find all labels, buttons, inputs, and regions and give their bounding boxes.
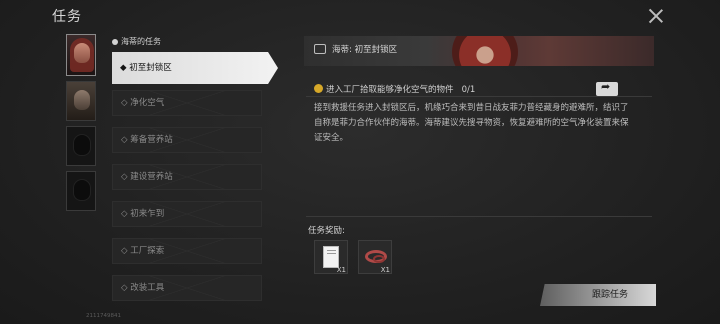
objective-text: 进入工厂拾取能够净化空气的物件 [326,85,454,95]
close-icon[interactable] [648,8,664,24]
task-list-header: 海蒂的任务 [112,36,161,47]
character-art [452,36,518,66]
character-banner: 海蒂: 初至封锁区 [304,36,654,66]
portrait-character-2[interactable] [66,81,96,121]
task-label: ◇ 改装工具 [121,283,165,293]
reward-count: X1 [380,266,390,274]
reward-item-paper[interactable]: X1 [314,240,348,274]
task-description: 接到救援任务进入封锁区后，机缘巧合来到昔日战友菲力普经藏身的避难所，结识了自称是… [314,103,629,143]
task-item[interactable]: ◇ 净化空气 [112,90,262,116]
task-list-title: 海蒂的任务 [121,37,161,46]
rewards-title: 任务奖励: [308,226,345,236]
task-item[interactable]: ◇ 工厂探索 [112,238,262,264]
portrait-locked-3[interactable] [66,126,96,166]
task-item[interactable]: ◇ 初来乍到 [112,201,262,227]
task-item[interactable]: ◇ 改装工具 [112,275,262,301]
task-item-active[interactable]: ◆ 初至封锁区 [112,52,278,84]
task-label: ◇ 建设营养站 [121,172,173,182]
page-title: 任务 [52,9,82,25]
portrait-face [74,180,90,200]
objective-progress: 0/1 [461,85,476,95]
task-item[interactable]: ◇ 筹备营养站 [112,127,262,153]
share-button[interactable] [596,80,618,96]
divider [306,96,652,97]
task-item[interactable]: ◇ 建设营养站 [112,164,262,190]
rope-icon [365,250,387,263]
banner-label: 海蒂: 初至封锁区 [332,45,398,55]
portrait-face [74,90,90,110]
track-task-button[interactable]: 跟踪任务 [540,284,656,306]
reward-count: X1 [336,266,346,274]
character-portraits [66,34,98,216]
chat-icon [314,44,326,54]
task-label: ◇ 初来乍到 [121,209,165,219]
task-label: ◇ 筹备营养站 [121,135,173,145]
portrait-locked-4[interactable] [66,171,96,211]
task-label: ◇ 工厂探索 [121,246,165,256]
task-label: ◆ 初至封锁区 [120,63,172,73]
divider [306,216,652,217]
portrait-face [74,135,90,155]
objective-warning-icon [314,84,323,93]
user-id: 2111749841 [86,313,121,319]
bullet-icon [112,38,118,45]
portrait-heidi[interactable] [66,34,96,76]
task-objective: 进入工厂拾取能够净化空气的物件 0/1 [314,83,475,95]
paper-icon [323,246,339,268]
task-label: ◇ 净化空气 [121,98,165,108]
reward-item-rope[interactable]: X1 [358,240,392,274]
portrait-face [74,43,90,63]
task-list: ◆ 初至封锁区 ◇ 净化空气 ◇ 筹备营养站 ◇ 建设营养站 ◇ 初来乍到 ◇ … [112,52,278,312]
